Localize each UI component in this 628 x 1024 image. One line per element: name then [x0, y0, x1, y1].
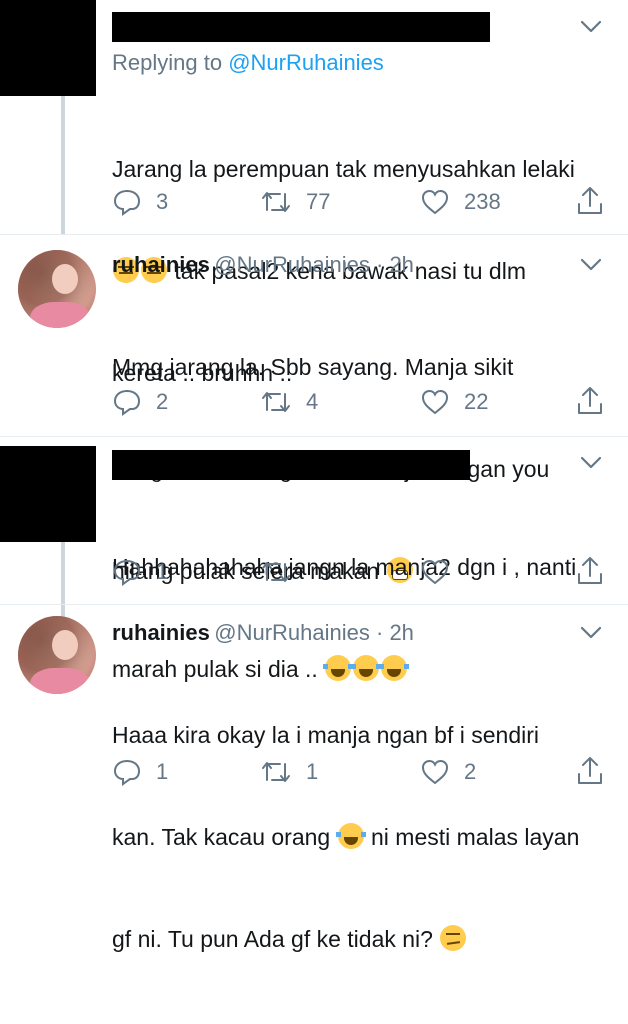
- reply-count: 1: [156, 759, 169, 784]
- tweet-line: gf ni. Tu pun Ada gf ke tidak ni?: [112, 922, 620, 956]
- share-icon: [576, 386, 604, 416]
- replying-to-label: Replying to: [112, 50, 229, 75]
- like-button[interactable]: [420, 558, 464, 586]
- share-button[interactable]: [576, 556, 604, 586]
- tweet-line-text: kan. Tak kacau orang: [112, 824, 337, 850]
- avatar[interactable]: [0, 446, 96, 542]
- thread-line: [61, 542, 65, 622]
- share-icon: [576, 556, 604, 586]
- face-with-raised-eyebrow-icon: [440, 925, 467, 951]
- divider: [0, 604, 628, 605]
- reply-button[interactable]: 1: [112, 558, 168, 586]
- chevron-down-icon[interactable]: [580, 456, 602, 475]
- like-icon: [420, 558, 450, 586]
- share-button[interactable]: [576, 386, 604, 416]
- reply-icon: [112, 758, 142, 786]
- handle-and-time[interactable]: @NurRuhainies · 2h: [214, 252, 414, 277]
- redacted-username: [112, 450, 470, 480]
- retweet-icon: [260, 758, 292, 786]
- reply-count: 2: [156, 389, 169, 414]
- retweet-icon: [260, 188, 292, 216]
- like-button[interactable]: 2: [420, 758, 476, 786]
- divider: [0, 436, 628, 437]
- thread-line: [61, 96, 65, 234]
- avatar[interactable]: [18, 250, 96, 328]
- retweet-button[interactable]: [260, 558, 306, 586]
- share-icon: [576, 186, 604, 216]
- replying-to-handle[interactable]: @NurRuhainies: [228, 50, 384, 75]
- retweet-count: 77: [306, 189, 331, 214]
- avatar[interactable]: [18, 616, 96, 694]
- tweet-header: ruhainies @NurRuhainies · 2h: [112, 252, 414, 278]
- display-name[interactable]: ruhainies: [112, 252, 210, 277]
- reply-icon: [112, 388, 142, 416]
- tweet-header: ruhainies @NurRuhainies · 2h: [112, 620, 414, 646]
- tears-of-joy-icon: [335, 823, 366, 849]
- retweet-button[interactable]: 1: [260, 758, 318, 786]
- like-count: 2: [464, 759, 477, 784]
- tweet-line: Hahhahahahaha jangn la manja2 dgn i , na…: [112, 554, 577, 580]
- reply-icon: [112, 558, 142, 586]
- tweet-line-text: gf ni. Tu pun Ada gf ke tidak ni?: [112, 926, 440, 952]
- handle-and-time[interactable]: @NurRuhainies · 2h: [214, 620, 414, 645]
- like-icon: [420, 188, 450, 216]
- like-count: 22: [464, 389, 489, 414]
- share-icon: [576, 756, 604, 786]
- reply-count: 3: [156, 189, 169, 214]
- retweet-icon: [260, 558, 292, 586]
- like-button[interactable]: 22: [420, 388, 488, 416]
- tweet-line: Mmg jarang la. Sbb sayang. Manja sikit: [112, 354, 514, 380]
- tweet-line-text: ni mesti malas layan: [364, 824, 580, 850]
- retweet-button[interactable]: 4: [260, 388, 318, 416]
- display-name[interactable]: ruhainies: [112, 620, 210, 645]
- tweet-line: Jarang la perempuan tak menyusahkan lela…: [112, 156, 575, 182]
- replying-to: Replying to @NurRuhainies: [112, 50, 384, 76]
- reply-button[interactable]: 2: [112, 388, 168, 416]
- retweet-icon: [260, 388, 292, 416]
- share-button[interactable]: [576, 186, 604, 216]
- like-count: 238: [464, 189, 501, 214]
- redacted-username: [112, 12, 490, 42]
- retweet-count: 1: [306, 759, 319, 784]
- reply-icon: [112, 188, 142, 216]
- tweet-line: kan. Tak kacau orang ni mesti malas laya…: [112, 820, 620, 854]
- reply-button[interactable]: 3: [112, 188, 168, 216]
- chevron-down-icon[interactable]: [580, 626, 602, 645]
- tweet-line: Haaa kira okay la i manja ngan bf i send…: [112, 722, 540, 748]
- share-button[interactable]: [576, 756, 604, 786]
- reply-button[interactable]: 1: [112, 758, 168, 786]
- reply-count: 1: [156, 559, 169, 584]
- chevron-down-icon[interactable]: [580, 20, 602, 39]
- like-icon: [420, 388, 450, 416]
- retweet-button[interactable]: 77: [260, 188, 330, 216]
- tweet-text: Haaa kira okay la i manja ngan bf i send…: [112, 650, 620, 1024]
- chevron-down-icon[interactable]: [580, 258, 602, 277]
- avatar[interactable]: [0, 0, 96, 96]
- retweet-count: 4: [306, 389, 319, 414]
- divider: [0, 234, 628, 235]
- like-button[interactable]: 238: [420, 188, 501, 216]
- like-icon: [420, 758, 450, 786]
